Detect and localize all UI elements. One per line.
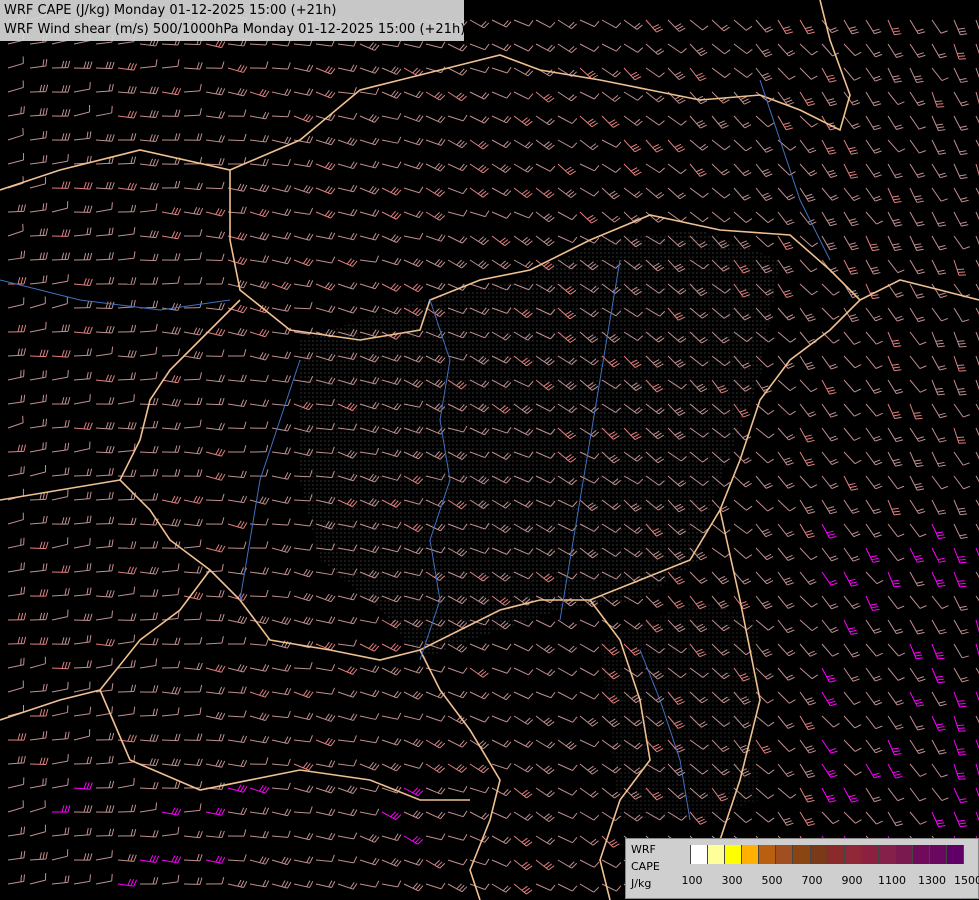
wind-barb-feather: [45, 442, 47, 450]
wind-barb-shaft: [7, 210, 25, 213]
wind-barb-shaft: [51, 330, 69, 333]
wind-barb-feather: [23, 106, 25, 114]
wind-barb-feather: [958, 751, 966, 753]
wind-barb-feather: [42, 442, 44, 450]
wind-barb-feather: [23, 562, 25, 570]
wind-barb-feather: [914, 414, 922, 417]
wind-barb-feather: [23, 466, 25, 474]
wind-barb-feather: [42, 370, 44, 378]
wind-barb-feather: [67, 154, 69, 162]
wind-barb-feather: [959, 345, 967, 348]
wind-barb-shaft: [227, 139, 245, 142]
wind-barb-feather: [111, 706, 113, 714]
wind-barb-shaft: [117, 162, 135, 165]
wind-barb-feather: [20, 466, 22, 474]
wind-barb-feather: [20, 106, 22, 114]
wind-barb-feather: [957, 748, 965, 750]
wind-barb-feather: [913, 412, 921, 414]
wind-barb-feather: [111, 850, 113, 858]
wind-barb-feather: [959, 393, 967, 396]
wind-barb-shaft: [117, 498, 135, 501]
wind-barb-feather: [935, 100, 943, 102]
wind-barb-feather: [89, 874, 91, 882]
wind-barb-shaft: [205, 259, 223, 262]
wind-barb-shaft: [29, 498, 47, 501]
wind-barb-shaft: [139, 618, 157, 621]
wind-barb-feather: [67, 754, 69, 762]
wind-barb-feather: [20, 874, 23, 882]
wind-barb-feather: [936, 103, 944, 105]
wind-barb-feather: [111, 873, 113, 882]
wind-barb-feather: [89, 394, 91, 402]
wind-barb-shaft: [29, 234, 47, 237]
stipple-region-east: [600, 600, 760, 820]
wind-barb-feather: [111, 657, 113, 666]
wind-barb-feather: [133, 394, 135, 402]
wind-barb-feather: [67, 274, 69, 282]
wind-barb-feather: [937, 106, 945, 108]
wind-barb-shaft: [7, 450, 25, 453]
wind-barb-feather: [23, 874, 25, 882]
wind-barb-feather: [89, 82, 91, 90]
wind-barb-shaft: [51, 258, 69, 261]
wind-barb-feather: [959, 754, 967, 756]
wind-barb-shaft: [73, 474, 91, 477]
wind-barb-feather: [45, 394, 47, 402]
cape-shear-map: [0, 0, 979, 900]
wind-barb-feather: [42, 778, 44, 786]
wind-barb-feather: [133, 777, 135, 786]
wind-barb-shaft: [139, 714, 157, 717]
wind-barb-feather: [42, 394, 45, 402]
wind-barb-shaft: [205, 187, 223, 190]
wind-barb-shaft: [73, 354, 91, 357]
wind-barb-feather: [957, 340, 965, 342]
wind-barb-feather: [915, 417, 923, 420]
wind-barb-shaft: [183, 618, 201, 621]
wind-barb-feather: [958, 702, 966, 705]
wind-barb-shaft: [205, 499, 223, 502]
wind-barb-feather: [20, 562, 22, 570]
wind-barb-feather: [959, 705, 967, 708]
wind-barb-feather: [958, 343, 966, 345]
wind-barb-feather: [45, 777, 47, 786]
wind-barb-shaft: [249, 595, 267, 598]
wind-barb-feather: [67, 370, 69, 378]
wind-barb-feather: [957, 388, 965, 390]
wind-barb-feather: [45, 370, 47, 378]
wind-barb-feather: [67, 778, 69, 786]
wind-barb-feather: [958, 390, 966, 393]
wind-barb-feather: [111, 202, 113, 210]
wind-barb-feather: [957, 700, 965, 702]
